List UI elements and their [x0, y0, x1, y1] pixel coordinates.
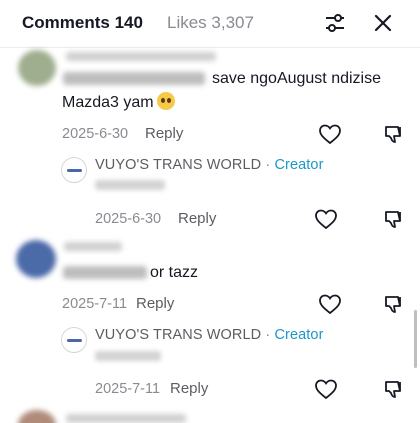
close-icon[interactable]: [371, 11, 395, 35]
comment-text: save ngoAugust ndizise: [212, 70, 381, 87]
dislike-icon[interactable]: [383, 378, 405, 400]
avatar[interactable]: [18, 410, 56, 423]
creator-avatar[interactable]: [61, 157, 87, 183]
creator-badge: Creator: [274, 157, 324, 173]
creator-name-line[interactable]: VUYO'S TRANS WORLD · Creator: [95, 327, 324, 343]
comments-header: Comments 140 Likes 3,307: [0, 0, 420, 48]
heart-icon[interactable]: [314, 208, 338, 230]
reply-text-blurred: [95, 180, 165, 190]
comments-tab[interactable]: Comments 140: [22, 13, 143, 33]
comment-date: 2025-7-11: [62, 296, 128, 312]
scrollbar[interactable]: [414, 310, 417, 368]
heart-icon[interactable]: [318, 123, 342, 145]
dislike-icon[interactable]: [383, 208, 405, 230]
comment-text: Mazda3 yam: [62, 92, 175, 114]
creator-avatar[interactable]: [61, 327, 87, 353]
pleading-face-emoji: [156, 92, 175, 110]
reply-date: 2025-7-11: [95, 381, 161, 397]
creator-name-line[interactable]: VUYO'S TRANS WORLD · Creator: [95, 157, 324, 173]
reply-button[interactable]: Reply: [136, 295, 174, 312]
reply-date: 2025-6-30: [95, 211, 162, 227]
username-blurred[interactable]: [66, 52, 216, 61]
heart-icon[interactable]: [314, 378, 338, 400]
reply-text-blurred: [95, 351, 161, 361]
avatar[interactable]: [18, 50, 56, 86]
comment-text: or tazz: [150, 264, 199, 281]
dislike-icon[interactable]: [383, 123, 405, 145]
username-blurred[interactable]: [66, 414, 186, 423]
comment-text-blurred: [63, 72, 205, 85]
username-blurred[interactable]: [64, 242, 122, 251]
reply-button[interactable]: Reply: [145, 125, 183, 142]
reply-button[interactable]: Reply: [178, 210, 216, 227]
creator-badge: Creator: [274, 327, 324, 343]
comment-date: 2025-6-30: [62, 126, 129, 142]
reply-button[interactable]: Reply: [170, 380, 208, 397]
comment-text-blurred: [63, 266, 147, 279]
heart-icon[interactable]: [318, 293, 342, 315]
avatar[interactable]: [16, 240, 56, 278]
filter-sliders-icon[interactable]: [323, 11, 347, 35]
dislike-icon[interactable]: [383, 293, 405, 315]
likes-tab[interactable]: Likes 3,307: [167, 13, 254, 33]
